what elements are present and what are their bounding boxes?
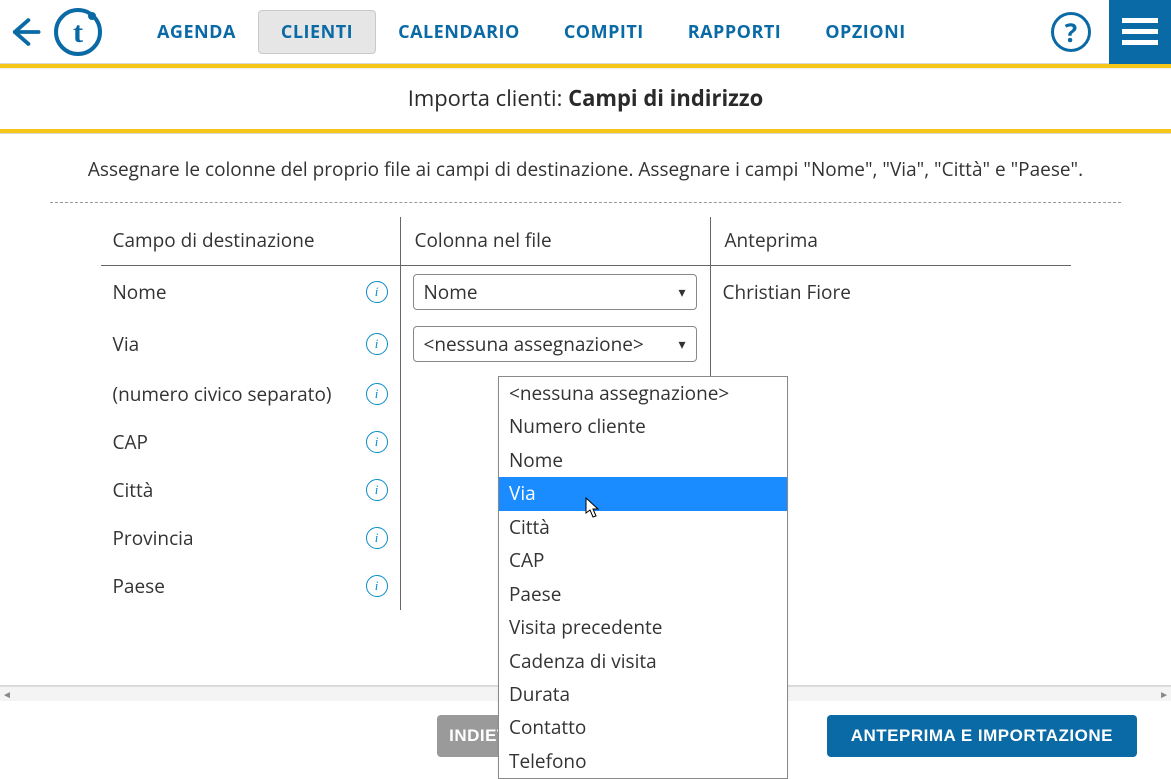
dest-label: Città i bbox=[101, 466, 401, 514]
info-icon[interactable]: i bbox=[366, 383, 388, 405]
dropdown-option-selected[interactable]: Via bbox=[499, 477, 787, 510]
main-nav: AGENDA CLIENTI CALENDARIO COMPITI RAPPOR… bbox=[135, 10, 1109, 54]
nav-opzioni[interactable]: OPZIONI bbox=[803, 11, 927, 53]
back-button[interactable] bbox=[0, 15, 50, 49]
select-value: <nessuna assegnazione> bbox=[424, 331, 644, 357]
top-bar: t AGENDA CLIENTI CALENDARIO COMPITI RAPP… bbox=[0, 0, 1171, 64]
column-select-via[interactable]: <nessuna assegnazione> ▾ bbox=[413, 326, 697, 362]
menu-button[interactable] bbox=[1109, 0, 1171, 64]
dest-text: Città bbox=[113, 477, 154, 503]
dropdown-option[interactable]: Cadenza di visita bbox=[499, 645, 787, 678]
page-title: Importa clienti: Campi di indirizzo bbox=[0, 68, 1171, 129]
arrow-left-icon bbox=[8, 15, 42, 49]
dest-text: Paese bbox=[113, 573, 165, 599]
page-title-main: Campi di indirizzo bbox=[568, 83, 763, 113]
dest-label: (numero civico separato) i bbox=[101, 370, 401, 418]
app-logo: t bbox=[50, 7, 105, 57]
dest-label: Via i bbox=[101, 318, 401, 370]
info-icon[interactable]: i bbox=[366, 333, 388, 355]
nav-compiti[interactable]: COMPITI bbox=[542, 11, 666, 53]
divider bbox=[50, 202, 1121, 203]
nav-clienti[interactable]: CLIENTI bbox=[258, 10, 376, 54]
dropdown-option[interactable]: CAP bbox=[499, 544, 787, 577]
dest-text: CAP bbox=[113, 429, 148, 455]
col-select-cell: <nessuna assegnazione> ▾ bbox=[401, 318, 711, 370]
page-title-prefix: Importa clienti: bbox=[408, 83, 568, 113]
col-select-cell: Nome ▾ bbox=[401, 266, 711, 318]
dest-label: CAP i bbox=[101, 418, 401, 466]
dropdown-option[interactable]: Città bbox=[499, 511, 787, 544]
dest-text: Via bbox=[113, 331, 140, 357]
dest-label: Provincia i bbox=[101, 514, 401, 562]
dest-text: Provincia bbox=[113, 525, 194, 551]
dropdown-option[interactable]: Numero cliente bbox=[499, 410, 787, 443]
preview-cell bbox=[711, 318, 1071, 370]
instruction-text: Assegnare le colonne del proprio file ai… bbox=[50, 156, 1121, 202]
help-button[interactable]: ? bbox=[1051, 12, 1091, 52]
info-icon[interactable]: i bbox=[366, 431, 388, 453]
dropdown-option[interactable]: Visita precedente bbox=[499, 611, 787, 644]
preview-cell: Christian Fiore bbox=[711, 266, 1071, 318]
info-icon[interactable]: i bbox=[366, 575, 388, 597]
scroll-left-icon[interactable]: ◄ bbox=[2, 687, 12, 701]
info-icon[interactable]: i bbox=[366, 281, 388, 303]
dropdown-option[interactable]: Paese bbox=[499, 578, 787, 611]
nav-agenda[interactable]: AGENDA bbox=[135, 11, 258, 53]
nav-calendario[interactable]: CALENDARIO bbox=[376, 11, 542, 53]
header-dest: Campo di destinazione bbox=[101, 217, 401, 266]
dropdown-option[interactable]: <nessuna assegnazione> bbox=[499, 377, 787, 410]
header-col: Colonna nel file bbox=[401, 217, 711, 266]
dest-text: Nome bbox=[113, 279, 167, 305]
nav-rapporti[interactable]: RAPPORTI bbox=[666, 11, 804, 53]
dropdown-option[interactable]: Nome bbox=[499, 444, 787, 477]
chevron-down-icon: ▾ bbox=[678, 283, 685, 302]
hamburger-icon bbox=[1122, 18, 1158, 46]
header-preview: Anteprima bbox=[711, 217, 1071, 266]
scroll-right-icon[interactable]: ► bbox=[1159, 687, 1169, 701]
svg-text:t: t bbox=[73, 16, 83, 49]
column-select-nome[interactable]: Nome ▾ bbox=[413, 274, 697, 310]
select-value: Nome bbox=[424, 279, 478, 305]
dropdown-option[interactable]: Durata bbox=[499, 678, 787, 711]
dropdown-option[interactable]: Contatto bbox=[499, 711, 787, 744]
column-dropdown[interactable]: <nessuna assegnazione> Numero cliente No… bbox=[498, 376, 788, 779]
chevron-down-icon: ▾ bbox=[678, 335, 685, 354]
dest-text: (numero civico separato) bbox=[113, 381, 332, 407]
info-icon[interactable]: i bbox=[366, 479, 388, 501]
preview-import-button[interactable]: ANTEPRIMA E IMPORTAZIONE bbox=[827, 715, 1137, 757]
dest-label: Paese i bbox=[101, 562, 401, 610]
dest-label: Nome i bbox=[101, 266, 401, 318]
info-icon[interactable]: i bbox=[366, 527, 388, 549]
